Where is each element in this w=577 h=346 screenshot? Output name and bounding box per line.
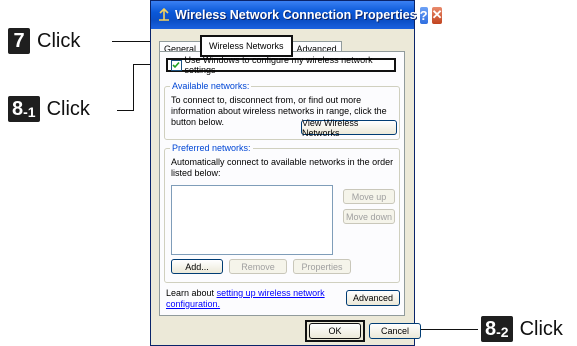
help-button[interactable]: ? <box>418 5 429 25</box>
properties-button[interactable]: Properties <box>293 259 351 274</box>
step-badge-7: 7 <box>8 28 30 54</box>
use-windows-label: Use Windows to configure my wireless net… <box>184 55 373 75</box>
advanced-button[interactable]: Advanced <box>346 290 400 306</box>
callout-click-text: Click <box>46 97 90 120</box>
preferred-networks-list[interactable] <box>171 185 333 255</box>
callout-8-1-leader-v <box>133 64 134 111</box>
ok-button-highlight <box>305 320 365 342</box>
move-down-button[interactable]: Move down <box>343 209 395 224</box>
learn-about-label: Learn about <box>166 288 215 298</box>
available-networks-label: Available networks: <box>170 81 252 91</box>
callout-click-text: Click <box>37 29 81 52</box>
add-button[interactable]: Add... <box>171 259 223 274</box>
remove-button[interactable]: Remove <box>229 259 287 274</box>
close-button[interactable]: ✕ <box>430 5 444 25</box>
network-connection-icon <box>157 8 171 22</box>
step-badge-8-2: 8 -2 <box>481 316 513 342</box>
use-windows-checkbox[interactable] <box>171 59 182 71</box>
learn-about-text: Learn about setting up wireless network … <box>166 288 336 310</box>
move-up-button[interactable]: Move up <box>343 189 395 204</box>
window-title: Wireless Network Connection Properties <box>175 8 417 22</box>
cancel-button[interactable]: Cancel <box>369 323 421 339</box>
callout-step-8-1: 8 -1 Click <box>8 96 90 122</box>
callout-8-1-leader-h <box>117 110 133 111</box>
preferred-networks-text: Automatically connect to available netwo… <box>171 157 394 178</box>
tab-wireless-networks[interactable]: Wireless Networks <box>200 35 293 57</box>
step-badge-8-1: 8 -1 <box>8 96 40 122</box>
use-windows-option[interactable]: Use Windows to configure my wireless net… <box>166 55 396 75</box>
wireless-networks-panel: Use Windows to configure my wireless net… <box>159 51 405 316</box>
properties-dialog: Wireless Network Connection Properties ?… <box>150 0 444 346</box>
view-wireless-networks-button[interactable]: View Wireless Networks <box>301 118 397 138</box>
preferred-networks-label: Preferred networks: <box>170 143 253 153</box>
callout-step-8-2: 8 -2 Click <box>481 316 563 342</box>
callout-click-text: Click <box>519 317 563 340</box>
preferred-networks-group: Preferred networks: Automatically connec… <box>164 143 400 283</box>
available-networks-group: Available networks: To connect to, disco… <box>164 81 400 140</box>
title-bar: Wireless Network Connection Properties ?… <box>151 1 444 29</box>
checkmark-icon <box>172 61 180 69</box>
callout-step-7: 7 Click <box>8 28 80 54</box>
